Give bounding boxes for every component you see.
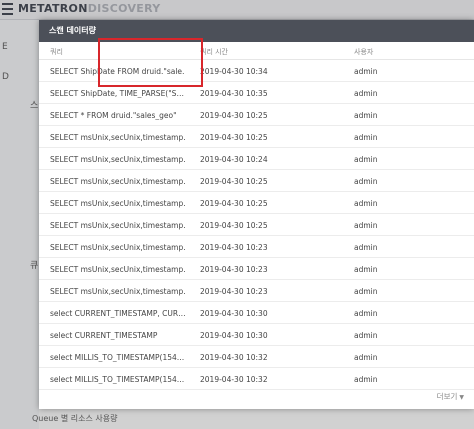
chevron-down-icon: ▼ — [459, 394, 464, 401]
query-cell: select MILLIS_TO_TIMESTAMP(154… — [50, 375, 185, 384]
table-row[interactable]: SELECT msUnix,secUnix,timestamp… 2019-04-… — [39, 280, 474, 302]
time-cell: 2019-04-30 10:32 — [200, 353, 268, 362]
query-cell: SELECT msUnix,secUnix,timestamp… — [50, 221, 185, 230]
table-row[interactable]: SELECT msUnix,secUnix,timestamp… 2019-04-… — [39, 126, 474, 148]
table-row[interactable]: select MILLIS_TO_TIMESTAMP(154… 2019-04-3… — [39, 368, 474, 390]
query-cell: SELECT msUnix,secUnix,timestamp… — [50, 133, 185, 142]
user-cell: admin — [354, 199, 378, 208]
table-row[interactable]: SELECT ShipDate FROM druid."sale… 2019-04… — [39, 60, 474, 82]
table-row[interactable]: SELECT msUnix,secUnix,timestamp… 2019-04-… — [39, 148, 474, 170]
time-cell: 2019-04-30 10:25 — [200, 133, 268, 142]
user-cell: admin — [354, 111, 378, 120]
query-cell: SELECT msUnix,secUnix,timestamp… — [50, 243, 185, 252]
time-cell: 2019-04-30 10:25 — [200, 221, 268, 230]
query-cell: SELECT * FROM druid."sales_geo" — [50, 111, 177, 120]
query-cell: select CURRENT_TIMESTAMP — [50, 331, 158, 340]
table-row[interactable]: select CURRENT_TIMESTAMP, CUR… 2019-04-30… — [39, 302, 474, 324]
column-header-user: 사용자 — [354, 48, 374, 56]
time-cell: 2019-04-30 10:24 — [200, 155, 268, 164]
column-header-time: 쿼리 시간 — [200, 48, 228, 56]
time-cell: 2019-04-30 10:34 — [200, 67, 268, 76]
table-row[interactable]: SELECT msUnix,secUnix,timestamp… 2019-04-… — [39, 192, 474, 214]
time-cell: 2019-04-30 10:30 — [200, 309, 268, 318]
user-cell: admin — [354, 177, 378, 186]
query-table-body: SELECT ShipDate FROM druid."sale… 2019-04… — [39, 60, 474, 390]
query-cell: SELECT msUnix,secUnix,timestamp… — [50, 287, 185, 296]
table-row[interactable]: SELECT msUnix,secUnix,timestamp… 2019-04-… — [39, 258, 474, 280]
user-cell: admin — [354, 331, 378, 340]
user-cell: admin — [354, 89, 378, 98]
user-cell: admin — [354, 353, 378, 362]
more-button[interactable]: 더보기 ▼ — [437, 391, 464, 402]
table-row[interactable]: select CURRENT_TIMESTAMP 2019-04-30 10:30… — [39, 324, 474, 346]
table-row[interactable]: SELECT msUnix,secUnix,timestamp… 2019-04-… — [39, 170, 474, 192]
time-cell: 2019-04-30 10:25 — [200, 177, 268, 186]
user-cell: admin — [354, 133, 378, 142]
table-row[interactable]: SELECT msUnix,secUnix,timestamp… 2019-04-… — [39, 214, 474, 236]
query-cell: SELECT ShipDate, TIME_PARSE("S… — [50, 89, 184, 98]
user-cell: admin — [354, 155, 378, 164]
time-cell: 2019-04-30 10:32 — [200, 375, 268, 384]
query-cell: SELECT ShipDate FROM druid."sale… — [50, 67, 185, 76]
query-cell: select MILLIS_TO_TIMESTAMP(154… — [50, 353, 185, 362]
user-cell: admin — [354, 375, 378, 384]
column-header-query: 쿼리 — [50, 48, 63, 56]
more-label: 더보기 — [436, 392, 458, 401]
time-cell: 2019-04-30 10:23 — [200, 265, 268, 274]
query-cell: SELECT msUnix,secUnix,timestamp… — [50, 199, 185, 208]
query-cell: SELECT msUnix,secUnix,timestamp… — [50, 265, 185, 274]
user-cell: admin — [354, 243, 378, 252]
time-cell: 2019-04-30 10:25 — [200, 199, 268, 208]
table-row[interactable]: SELECT ShipDate, TIME_PARSE("S… 2019-04-3… — [39, 82, 474, 104]
user-cell: admin — [354, 265, 378, 274]
time-cell: 2019-04-30 10:30 — [200, 331, 268, 340]
scan-data-modal: 스캔 데이터량 쿼리 쿼리 시간 사용자 SELECT ShipDate FRO… — [39, 20, 474, 409]
query-cell: SELECT msUnix,secUnix,timestamp… — [50, 177, 185, 186]
time-cell: 2019-04-30 10:25 — [200, 111, 268, 120]
modal-title: 스캔 데이터량 — [39, 20, 474, 42]
user-cell: admin — [354, 287, 378, 296]
query-cell: select CURRENT_TIMESTAMP, CUR… — [50, 309, 185, 318]
user-cell: admin — [354, 221, 378, 230]
table-row[interactable]: SELECT * FROM druid."sales_geo" 2019-04-3… — [39, 104, 474, 126]
table-row[interactable]: SELECT msUnix,secUnix,timestamp… 2019-04-… — [39, 236, 474, 258]
user-cell: admin — [354, 309, 378, 318]
table-row[interactable]: select MILLIS_TO_TIMESTAMP(154… 2019-04-3… — [39, 346, 474, 368]
table-header: 쿼리 쿼리 시간 사용자 — [39, 42, 474, 60]
time-cell: 2019-04-30 10:35 — [200, 89, 268, 98]
query-cell: SELECT msUnix,secUnix,timestamp… — [50, 155, 185, 164]
time-cell: 2019-04-30 10:23 — [200, 243, 268, 252]
user-cell: admin — [354, 67, 378, 76]
time-cell: 2019-04-30 10:23 — [200, 287, 268, 296]
